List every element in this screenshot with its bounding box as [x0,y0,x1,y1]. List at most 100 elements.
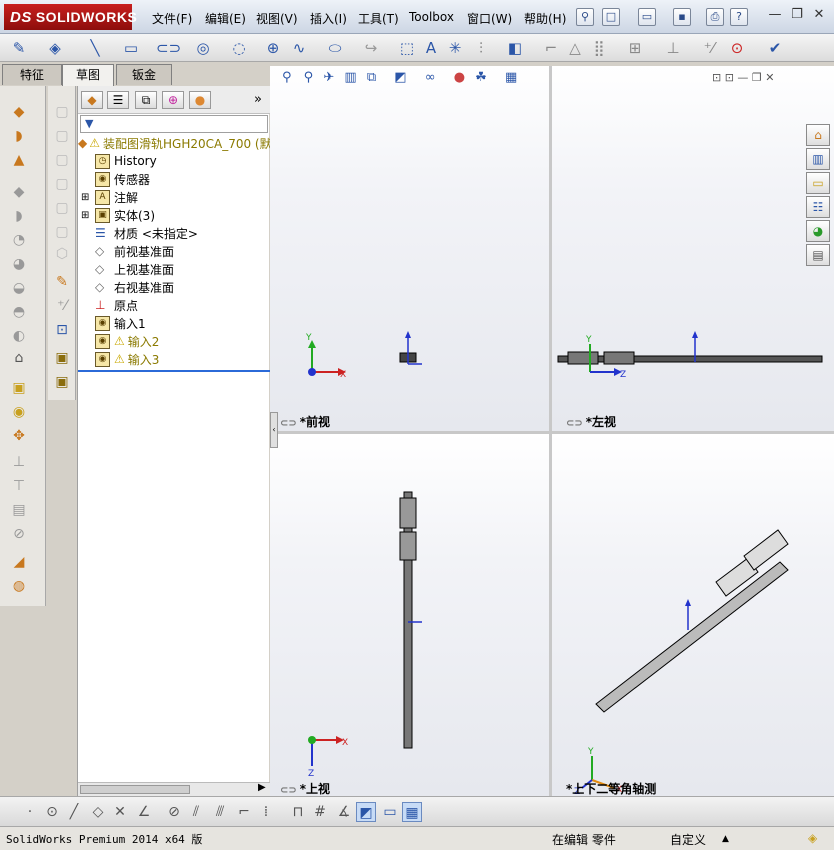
rapid-sketch-icon[interactable]: ⊙ [726,37,748,59]
text-icon[interactable]: A [420,37,442,59]
tree-horizontal-scrollbar[interactable]: ▶ [78,782,270,796]
section-view-icon[interactable]: ▥ [344,70,356,85]
units-selector[interactable]: 自定义 [670,831,706,848]
view-label-front[interactable]: ⊂⊃ *前视 [280,413,330,430]
tab-features[interactable]: 特征 [2,64,62,85]
custom-properties-icon[interactable]: ▤ [806,244,830,266]
sweep-cut-icon[interactable]: ◔ [8,230,30,250]
scroll-right-icon[interactable]: ▶ [258,782,266,793]
ellipse-icon[interactable]: ⬭ [324,37,346,59]
tree-root[interactable]: ◆ ⚠ 装配图滑轨HGH20CA_700 (默 [78,134,272,152]
tree-item-origin[interactable]: ⊥ 原点 [95,296,138,314]
boundary-cut-icon[interactable]: ◒ [8,278,30,298]
expand-plus-icon[interactable]: ⊞ [81,210,93,221]
menu-tools[interactable]: 工具(T) [358,10,399,27]
rollback-bar[interactable] [78,370,270,372]
scene-icon[interactable]: ☘ [475,70,487,85]
polygon-icon[interactable]: ⊕ [262,37,284,59]
display-manager-icon[interactable]: ● [189,91,211,109]
tag-icon[interactable]: ◈ [808,831,817,845]
line-icon[interactable]: ╱ [64,802,84,822]
point-icon[interactable]: ✳ [444,37,466,59]
open-folder-icon[interactable]: ▭ [638,8,656,26]
tree-item-annotations[interactable]: ⊞ A 注解 [81,188,138,206]
menu-edit[interactable]: 编辑(E) [205,10,246,27]
design-library-icon[interactable]: ▥ [806,148,830,170]
hole-wizard-icon[interactable]: ◓ [8,302,30,322]
parallel-icon[interactable]: ⫽ [186,802,206,822]
view-label-top[interactable]: ⊂⊃ *上视 [280,780,330,796]
save-icon[interactable]: ▪ [673,8,691,26]
pattern-icon[interactable]: ⣿ [588,37,610,59]
tree-item-sensors[interactable]: ◉ 传感器 [95,170,150,188]
shell-icon[interactable]: ▤ [8,500,30,520]
tree-item-top-plane[interactable]: ◇ 上视基准面 [95,260,174,278]
polygon-icon[interactable]: ◇ [88,802,108,822]
instant2d-icon[interactable]: ✔ [764,37,786,59]
fillet-icon[interactable]: ↪ [360,37,382,59]
perpendicular-icon[interactable]: ⌐ [234,802,254,822]
viewport-left[interactable]: Y Z ⊂⊃ *左视 ⊡ ⊡ — ❐ ✕ [552,66,834,431]
line-icon[interactable]: ╲ [84,37,106,59]
trim-icon[interactable]: ⫶ [470,37,492,59]
arc-icon[interactable]: ◌ [228,37,250,59]
import-icon[interactable]: ▣ [51,372,73,392]
minimize-icon[interactable]: — [766,8,784,24]
horizontal-splitter[interactable] [270,431,834,434]
angle-snap-icon[interactable]: ∡ [334,802,354,822]
zoom-fit-icon[interactable]: ⚲ [282,70,292,85]
tree-item-import2[interactable]: ◉ ⚠ 输入2 [95,332,159,350]
scrollbar-thumb[interactable] [80,785,190,794]
convert-entities-icon[interactable]: ◧ [504,37,526,59]
tree-item-front-plane[interactable]: ◇ 前视基准面 [95,242,174,260]
menu-toolbox[interactable]: Toolbox [409,10,454,24]
mirror-icon[interactable]: △ [564,37,586,59]
shaded-view-icon[interactable]: ◩ [356,802,376,822]
draft-icon[interactable]: ⊤ [8,476,30,496]
menu-file[interactable]: 文件(F) [152,10,192,27]
expand-chevron-icon[interactable]: » [254,92,262,107]
solidworks-logo[interactable]: DS SOLIDWORKS [4,4,137,30]
sweep-boss-icon[interactable]: ▲ [8,150,30,170]
previous-view-icon[interactable]: ✈ [323,70,334,85]
new-document-icon[interactable]: □ [602,8,620,26]
view-orientation-icon[interactable]: ⧉ [367,70,376,85]
appearance-icon[interactable]: ● [454,70,465,85]
instant3d-icon[interactable]: ✥ [8,426,30,446]
reference-geometry-icon[interactable]: ⌂ [8,348,30,368]
circle-icon[interactable]: ⊙ [42,802,62,822]
viewport-front[interactable]: Y X ⊂⊃ *前视 [270,66,549,431]
view-settings-icon[interactable]: ▦ [505,70,517,85]
dimension-icon[interactable]: ⊓ [288,802,308,822]
snap-icon[interactable]: ⊘ [164,802,184,822]
tree-item-solid-bodies[interactable]: ⊞ ▣ 实体(3) [81,206,155,224]
angle-icon[interactable]: ∠ [134,802,154,822]
feature-manager-icon[interactable]: ◆ [81,91,103,109]
menu-view[interactable]: 视图(V) [256,10,298,27]
print-icon[interactable]: ⎙ [706,8,724,26]
tree-item-material[interactable]: ☰ 材质 <未指定> [95,224,198,242]
display-style-icon[interactable]: ◩ [394,70,406,85]
pin-icon[interactable]: ⚲ [576,8,594,26]
extrude-cut-icon[interactable]: ◆ [8,182,30,202]
freeform-icon[interactable]: ◍ [8,576,30,596]
point-icon[interactable]: · [20,802,40,822]
view-palette-icon[interactable]: ☷ [806,196,830,218]
file-explorer-icon[interactable]: ▭ [806,172,830,194]
appearances-icon[interactable]: ◕ [806,220,830,242]
view-label-isometric[interactable]: *上下二等角轴测 [566,780,656,796]
loft-cut-icon[interactable]: ◕ [8,254,30,274]
configuration-manager-icon[interactable]: ⧉ [135,91,157,109]
hide-show-icon[interactable]: ∞ [425,70,436,85]
repair-icon[interactable]: ⁺⁄ [51,296,73,316]
grid-icon[interactable]: # [310,802,330,822]
repair-icon[interactable]: ⁺⁄ [698,37,720,59]
cube-icon[interactable]: ▢ [51,222,73,242]
cube-icon[interactable]: ⬡ [51,244,73,264]
tab-sketch[interactable]: 草图 [62,64,114,86]
revolve-boss-icon[interactable]: ◗ [8,126,30,146]
tab-sheet-metal[interactable]: 钣金 [116,64,172,85]
import-icon[interactable]: ▣ [8,378,30,398]
move-icon[interactable]: ⊡ [51,320,73,340]
sketch-icon[interactable]: ◈ [44,37,66,59]
